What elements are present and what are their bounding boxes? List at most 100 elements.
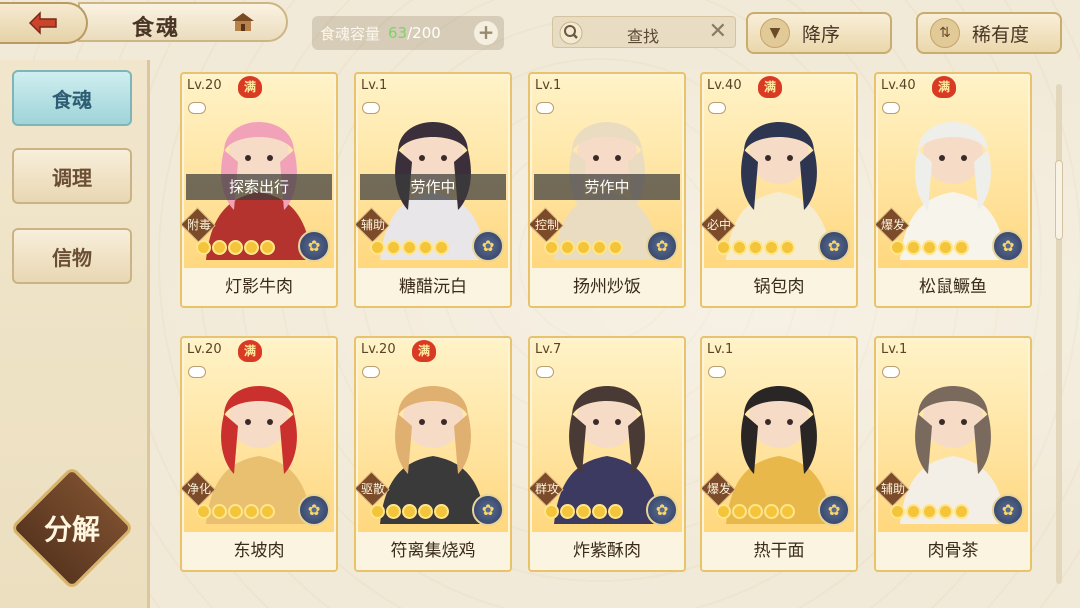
max-level-badge: 满	[412, 340, 436, 362]
spoon-icon	[576, 240, 591, 255]
level-label: Lv.1	[361, 78, 388, 93]
spoon-icon	[576, 504, 591, 519]
role-label: 驱散	[360, 482, 385, 496]
food-soul-name: 灯影牛肉	[182, 268, 336, 306]
spoon-icon	[260, 504, 275, 519]
food-soul-card[interactable]: Lv.7 群攻 ✿ 炸紫酥肉	[528, 336, 686, 572]
star-spoons	[716, 504, 795, 519]
spoon-icon	[732, 504, 747, 519]
lock-toggle-icon[interactable]	[708, 366, 726, 378]
food-soul-card[interactable]: Lv.20 满驱散 ✿ 符离集烧鸡	[354, 336, 512, 572]
food-soul-card[interactable]: Lv.20 满净化 ✿ 东坡肉	[180, 336, 338, 572]
spoon-icon	[244, 504, 259, 519]
food-soul-card[interactable]: Lv.1 爆发 ✿ 热干面	[700, 336, 858, 572]
element-flower-icon: ✿	[472, 230, 504, 262]
spoon-icon	[544, 240, 559, 255]
lock-toggle-icon[interactable]	[708, 102, 726, 114]
lock-toggle-icon[interactable]	[882, 102, 900, 114]
food-soul-name: 锅包肉	[702, 268, 856, 306]
decompose-label[interactable]: 分解	[28, 508, 116, 548]
role-label: 附毒	[186, 218, 211, 232]
level-label: Lv.7	[535, 342, 562, 357]
spoon-icon	[402, 240, 417, 255]
spoon-icon	[906, 504, 921, 519]
add-capacity-button[interactable]: +	[474, 21, 498, 45]
back-button[interactable]	[0, 2, 88, 44]
capacity-current: 63	[388, 24, 408, 42]
level-label: Lv.1	[881, 342, 908, 357]
food-soul-card[interactable]: Lv.1 劳作中 控制 ✿ 扬州炒饭	[528, 72, 686, 308]
spoon-icon	[212, 504, 227, 519]
search-input[interactable]: 查找	[627, 23, 659, 47]
star-spoons	[196, 240, 275, 255]
spoon-icon	[418, 504, 433, 519]
element-flower-icon: ✿	[992, 230, 1024, 262]
tab-tokens[interactable]: 信物	[12, 228, 132, 284]
tab-cooking[interactable]: 调理	[12, 148, 132, 204]
spoon-icon	[370, 240, 385, 255]
lock-toggle-icon[interactable]	[536, 102, 554, 114]
role-label: 爆发	[880, 218, 905, 232]
scrollbar-track[interactable]	[1056, 84, 1062, 584]
food-soul-name: 东坡肉	[182, 532, 336, 570]
spoon-icon	[922, 240, 937, 255]
max-level-badge: 满	[238, 76, 262, 98]
element-flower-icon: ✿	[646, 494, 678, 526]
role-label: 辅助	[880, 482, 905, 496]
lock-toggle-icon[interactable]	[188, 366, 206, 378]
scrollbar-thumb[interactable]	[1055, 160, 1063, 240]
level-label: Lv.20	[187, 78, 222, 93]
star-spoons	[890, 240, 969, 255]
page-title: 食魂	[132, 15, 181, 41]
element-flower-icon: ✿	[298, 230, 330, 262]
star-spoons	[196, 504, 275, 519]
role-label: 控制	[534, 218, 559, 232]
sort-order-button[interactable]: ▼ 降序	[746, 12, 892, 54]
food-soul-card[interactable]: Lv.1 辅助 ✿ 肉骨茶	[874, 336, 1032, 572]
tab-label: 信物	[52, 245, 92, 270]
star-spoons	[544, 240, 623, 255]
role-label: 爆发	[706, 482, 731, 496]
spoon-icon	[732, 240, 747, 255]
star-spoons	[370, 504, 449, 519]
food-soul-card[interactable]: Lv.1 劳作中 辅助 ✿ 糖醋沅白	[354, 72, 512, 308]
role-label: 群攻	[534, 482, 559, 496]
food-soul-grid: Lv.20 满探索出行 附毒 ✿ 灯影牛肉 Lv.1 劳作中 辅助 ✿ 糖醋沅白 Lv.1 劳作中 控制…	[180, 70, 1040, 608]
capacity-max: /200	[407, 24, 441, 42]
clear-search-icon[interactable]: ✕	[709, 19, 727, 44]
element-flower-icon: ✿	[992, 494, 1024, 526]
lock-toggle-icon[interactable]	[188, 102, 206, 114]
lock-toggle-icon[interactable]	[882, 366, 900, 378]
food-soul-name: 炸紫酥肉	[530, 532, 684, 570]
spoon-icon	[748, 240, 763, 255]
food-soul-name: 扬州炒饭	[530, 268, 684, 306]
search-icon	[559, 21, 583, 45]
spoon-icon	[228, 504, 243, 519]
spoon-icon	[890, 504, 905, 519]
sort-rarity-button[interactable]: ⇅ 稀有度	[916, 12, 1062, 54]
spoon-icon	[244, 240, 259, 255]
food-soul-name: 糖醋沅白	[356, 268, 510, 306]
food-soul-card[interactable]: Lv.40 满必中 ✿ 锅包肉	[700, 72, 858, 308]
food-soul-card[interactable]: Lv.20 满探索出行附毒 ✿ 灯影牛肉	[180, 72, 338, 308]
level-label: Lv.1	[535, 78, 562, 93]
title-plate: 食魂	[78, 2, 288, 42]
house-icon[interactable]	[230, 11, 256, 33]
lock-toggle-icon[interactable]	[362, 102, 380, 114]
spoon-icon	[212, 240, 227, 255]
spoon-icon	[608, 240, 623, 255]
spoon-icon	[748, 504, 763, 519]
lock-toggle-icon[interactable]	[362, 366, 380, 378]
spoon-icon	[386, 504, 401, 519]
search-box[interactable]: 查找 ✕	[552, 16, 736, 48]
star-spoons	[716, 240, 795, 255]
spoon-icon	[938, 504, 953, 519]
status-overlay: 探索出行	[186, 174, 332, 200]
triangle-down-icon: ▼	[760, 18, 790, 48]
food-soul-card[interactable]: Lv.40 满爆发 ✿ 松鼠鳜鱼	[874, 72, 1032, 308]
tab-food-souls[interactable]: 食魂	[12, 70, 132, 126]
level-label: Lv.20	[361, 342, 396, 357]
spoon-icon	[386, 240, 401, 255]
spoon-icon	[592, 504, 607, 519]
lock-toggle-icon[interactable]	[536, 366, 554, 378]
